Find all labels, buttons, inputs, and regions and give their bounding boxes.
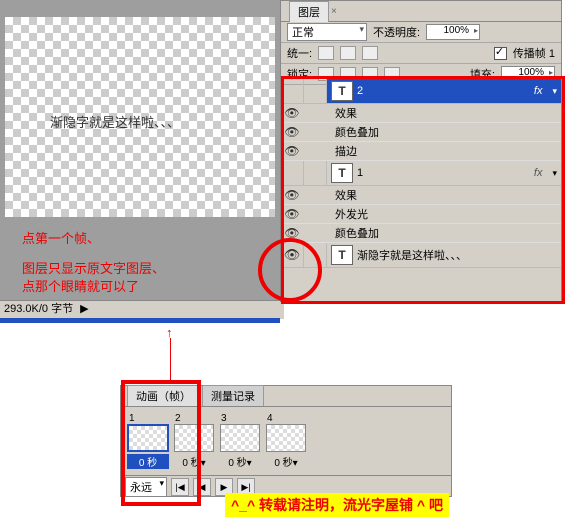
frame-3[interactable]: 3 0 秒▾: [219, 413, 261, 469]
link-col[interactable]: [304, 161, 327, 185]
text-layer-thumb-icon: T: [331, 81, 353, 101]
blend-opacity-row: 正常 不透明度: 100%: [281, 22, 561, 43]
unify-position-icon[interactable]: [318, 46, 334, 60]
unify-row: 统一: 传播帧 1: [281, 43, 561, 64]
propagate-label: 传播帧 1: [513, 45, 555, 61]
frame-thumb: [127, 424, 169, 452]
layer-name: 2: [357, 85, 363, 97]
propagate-checkbox[interactable]: [494, 47, 507, 60]
visibility-toggle[interactable]: [281, 79, 304, 103]
scroll-bar[interactable]: [0, 318, 280, 323]
text-layer-thumb-icon: T: [331, 245, 353, 265]
layer-name: 1: [357, 167, 363, 179]
unify-style-icon[interactable]: [362, 46, 378, 60]
frames-row: 1 0 秒 2 0 秒▾ 3 0 秒▾ 4 0 秒▾: [121, 407, 451, 475]
tab-measurement[interactable]: 测量记录: [202, 385, 264, 406]
effect-row-outer-glow[interactable]: 👁外发光: [281, 205, 561, 224]
annotation-layer-note: 图层只显示原文字图层、点那个眼睛就可以了: [22, 260, 165, 296]
frame-2[interactable]: 2 0 秒▾: [173, 413, 215, 469]
effect-row-color-overlay[interactable]: 👁颜色叠加: [281, 224, 561, 243]
visibility-toggle[interactable]: [281, 161, 304, 185]
fx-badge[interactable]: fx: [534, 167, 543, 179]
fx-expand-icon[interactable]: ▾: [552, 168, 557, 179]
canvas-bg: 渐隐字就是这样啦、、、: [0, 0, 280, 300]
loop-dropdown[interactable]: 永远: [125, 477, 167, 497]
frame-thumb: [174, 424, 214, 452]
fx-badge[interactable]: fx: [534, 85, 543, 97]
fx-expand-icon[interactable]: ▾: [552, 86, 557, 97]
tab-animation[interactable]: 动画（帧）: [127, 385, 200, 406]
tab-layers[interactable]: 图层: [289, 1, 329, 22]
tab-close-icon[interactable]: ×: [331, 6, 337, 17]
panel-tab-header: 图层 ×: [281, 1, 561, 22]
opacity-input[interactable]: 100%: [426, 24, 480, 40]
status-arrow-icon[interactable]: ▶: [80, 303, 88, 315]
blend-mode-dropdown[interactable]: 正常: [287, 23, 367, 41]
link-col[interactable]: [304, 79, 327, 103]
visibility-toggle[interactable]: 👁: [281, 243, 304, 267]
annotation-frame-note: 点第一个帧、: [22, 228, 100, 247]
unify-label: 统一:: [287, 45, 312, 61]
effect-row-fx[interactable]: 👁效果: [281, 104, 561, 123]
layers-panel: 图层 × 正常 不透明度: 100% 统一: 传播帧 1 锁定: 填充: 100…: [280, 0, 562, 302]
layer-list: T 2 fx ▾ 👁效果 👁颜色叠加 👁描边 T 1 fx ▾ 👁效果 👁外发光…: [281, 79, 561, 301]
status-bar: 293.0K/0 字节 ▶: [0, 300, 284, 319]
animation-panel: 动画（帧） 测量记录 1 0 秒 2 0 秒▾ 3 0 秒▾ 4 0 秒▾ 永远…: [120, 385, 452, 497]
animation-tabs: 动画（帧） 测量记录: [121, 386, 451, 407]
frame-thumb: [220, 424, 260, 452]
frame-thumb: [266, 424, 306, 452]
canvas-document[interactable]: 渐隐字就是这样啦、、、: [5, 17, 275, 217]
layer-row-bg[interactable]: 👁 T 渐隐字就是这样啦、、、: [281, 243, 561, 268]
annotation-arrow-line: [170, 338, 171, 383]
layer-row-1[interactable]: T 1 fx ▾: [281, 161, 561, 186]
canvas-text-layer: 渐隐字就是这样啦、、、: [50, 112, 180, 131]
layer-name: 渐隐字就是这样啦、、、: [357, 247, 467, 263]
frame-1[interactable]: 1 0 秒: [127, 413, 169, 469]
effect-row-stroke[interactable]: 👁描边: [281, 142, 561, 161]
effect-row-fx[interactable]: 👁效果: [281, 186, 561, 205]
frame-4[interactable]: 4 0 秒▾: [265, 413, 307, 469]
watermark: ^_^ 转载请注明，流光字屋铺 ^ 吧: [225, 493, 449, 517]
unify-visibility-icon[interactable]: [340, 46, 356, 60]
eye-icon: 👁: [284, 247, 301, 263]
first-frame-button[interactable]: |◀: [171, 478, 189, 496]
prev-frame-button[interactable]: ◀: [193, 478, 211, 496]
effect-row-color-overlay[interactable]: 👁颜色叠加: [281, 123, 561, 142]
text-layer-thumb-icon: T: [331, 163, 353, 183]
status-text: 293.0K/0 字节: [4, 303, 73, 315]
layer-row-2[interactable]: T 2 fx ▾: [281, 79, 561, 104]
link-col[interactable]: [304, 243, 327, 267]
opacity-label: 不透明度:: [373, 24, 420, 40]
